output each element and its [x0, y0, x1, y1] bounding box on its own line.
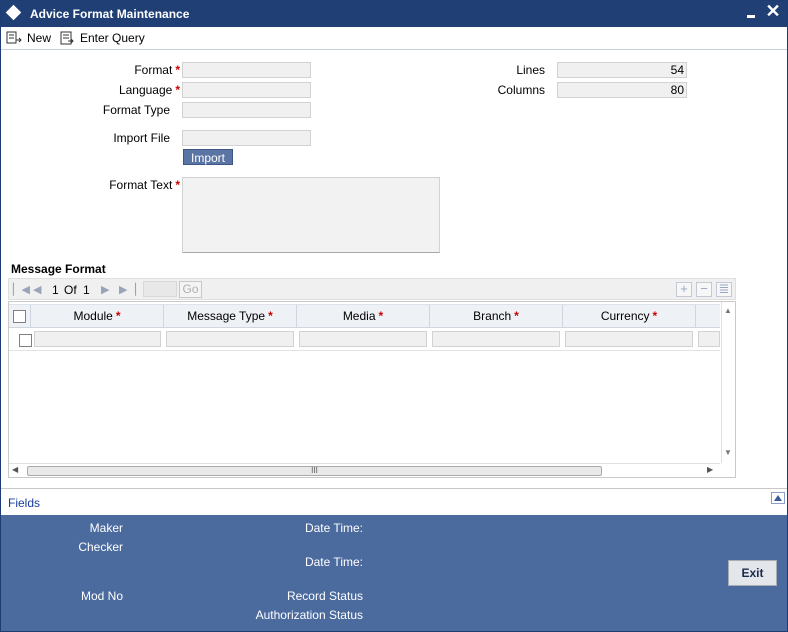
format-text-area[interactable]: [182, 177, 440, 253]
checker-label: Checker: [78, 540, 123, 554]
page-number-input[interactable]: [143, 281, 177, 297]
advice-format-window: Advice Format Maintenance ✕ New Enter Qu…: [0, 0, 788, 632]
columns-label: Columns: [497, 83, 545, 97]
import-button[interactable]: Import: [183, 149, 233, 165]
grid-header: Module * Message Type * Media * Branch * Cur…: [9, 304, 720, 328]
new-label: New: [27, 31, 52, 45]
column-header-currency[interactable]: Currency *: [562, 305, 695, 328]
lines-label: Lines: [516, 63, 545, 77]
minimize-icon[interactable]: [745, 7, 759, 21]
go-button[interactable]: Go: [179, 281, 202, 298]
horizontal-scrollbar[interactable]: ◀ III ▶: [9, 463, 720, 477]
record-status-label: Record Status: [286, 589, 363, 603]
single-view-icon[interactable]: ≣: [716, 282, 732, 297]
pager-of: Of: [64, 283, 77, 297]
format-text-label: Format Text *: [109, 178, 180, 192]
pager-total: 1: [83, 283, 90, 297]
first-page-icon[interactable]: ▏◀: [13, 283, 30, 296]
columns-field[interactable]: 80: [557, 82, 687, 98]
scroll-down-icon[interactable]: ▼: [724, 448, 732, 457]
toolbar: New Enter Query: [1, 27, 787, 49]
enter-query-button[interactable]: Enter Query: [59, 29, 145, 47]
enter-query-icon: [60, 31, 74, 45]
checker-date-time-label: Date Time:: [304, 555, 363, 569]
language-label: Language *: [118, 83, 180, 97]
branch-cell[interactable]: [432, 331, 560, 347]
scroll-left-icon[interactable]: ◀: [12, 465, 18, 474]
format-field[interactable]: [182, 62, 311, 78]
pager-current: 1: [52, 283, 59, 297]
column-header-media[interactable]: Media *: [296, 305, 429, 328]
exit-button[interactable]: Exit: [728, 560, 777, 586]
import-file-field[interactable]: [182, 130, 311, 146]
fields-link[interactable]: Fields: [8, 496, 40, 510]
authorization-status-label: Authorization Status: [255, 608, 363, 622]
row-checkbox[interactable]: [19, 334, 32, 347]
format-type-label: Format Type: [102, 103, 170, 117]
media-cell[interactable]: [299, 331, 427, 347]
select-all-checkbox[interactable]: [13, 310, 26, 323]
delete-row-icon[interactable]: −: [696, 282, 712, 297]
scroll-up-icon[interactable]: ▲: [724, 306, 732, 315]
language-field[interactable]: [182, 82, 311, 98]
add-row-icon[interactable]: +: [676, 282, 692, 297]
message-format-title: Message Format: [11, 262, 106, 276]
currency-cell[interactable]: [565, 331, 693, 347]
title-bar: Advice Format Maintenance ✕: [1, 1, 787, 27]
column-header-overflow: [695, 305, 720, 328]
collapse-up-icon[interactable]: [771, 492, 785, 504]
scroll-right-icon[interactable]: ▶: [707, 465, 713, 474]
module-cell[interactable]: [34, 331, 161, 347]
next-page-icon[interactable]: ▶: [101, 283, 109, 296]
lines-field[interactable]: 54: [557, 62, 687, 78]
new-icon: [6, 31, 22, 44]
audit-footer: Maker Checker Mod No Date Time: Date Tim…: [1, 515, 787, 631]
close-icon[interactable]: ✕: [765, 2, 781, 22]
message-format-grid: Module * Message Type * Media * Branch * Cur…: [8, 301, 736, 478]
import-file-label: Import File: [113, 131, 170, 145]
overflow-cell[interactable]: [698, 331, 720, 347]
column-header-message-type[interactable]: Message Type *: [163, 305, 296, 328]
message-type-cell[interactable]: [166, 331, 294, 347]
toolbar-divider: [1, 49, 787, 50]
maker-date-time-label: Date Time:: [304, 521, 363, 535]
horizontal-scroll-thumb[interactable]: III: [27, 466, 602, 476]
last-page-icon[interactable]: ▶▕: [119, 283, 136, 296]
row-divider: [9, 350, 720, 351]
enter-query-label: Enter Query: [80, 31, 145, 45]
grid-pager-bar: ▏◀ ◀ 1 Of 1 ▶ ▶▕ Go + − ≣: [8, 278, 736, 300]
maker-label: Maker: [89, 521, 123, 535]
fields-bar: Fields: [1, 488, 787, 515]
window-title: Advice Format Maintenance: [30, 7, 190, 21]
format-label: Format *: [134, 63, 180, 77]
column-header-branch[interactable]: Branch *: [429, 305, 562, 328]
vertical-scrollbar[interactable]: ▲ ▼: [721, 302, 735, 463]
mod-no-label: Mod No: [80, 589, 123, 603]
column-header-module[interactable]: Module *: [30, 305, 163, 328]
prev-page-icon[interactable]: ◀: [33, 283, 41, 296]
format-type-field[interactable]: [182, 102, 311, 118]
window-icon: [5, 4, 22, 21]
new-button[interactable]: New: [6, 29, 51, 47]
